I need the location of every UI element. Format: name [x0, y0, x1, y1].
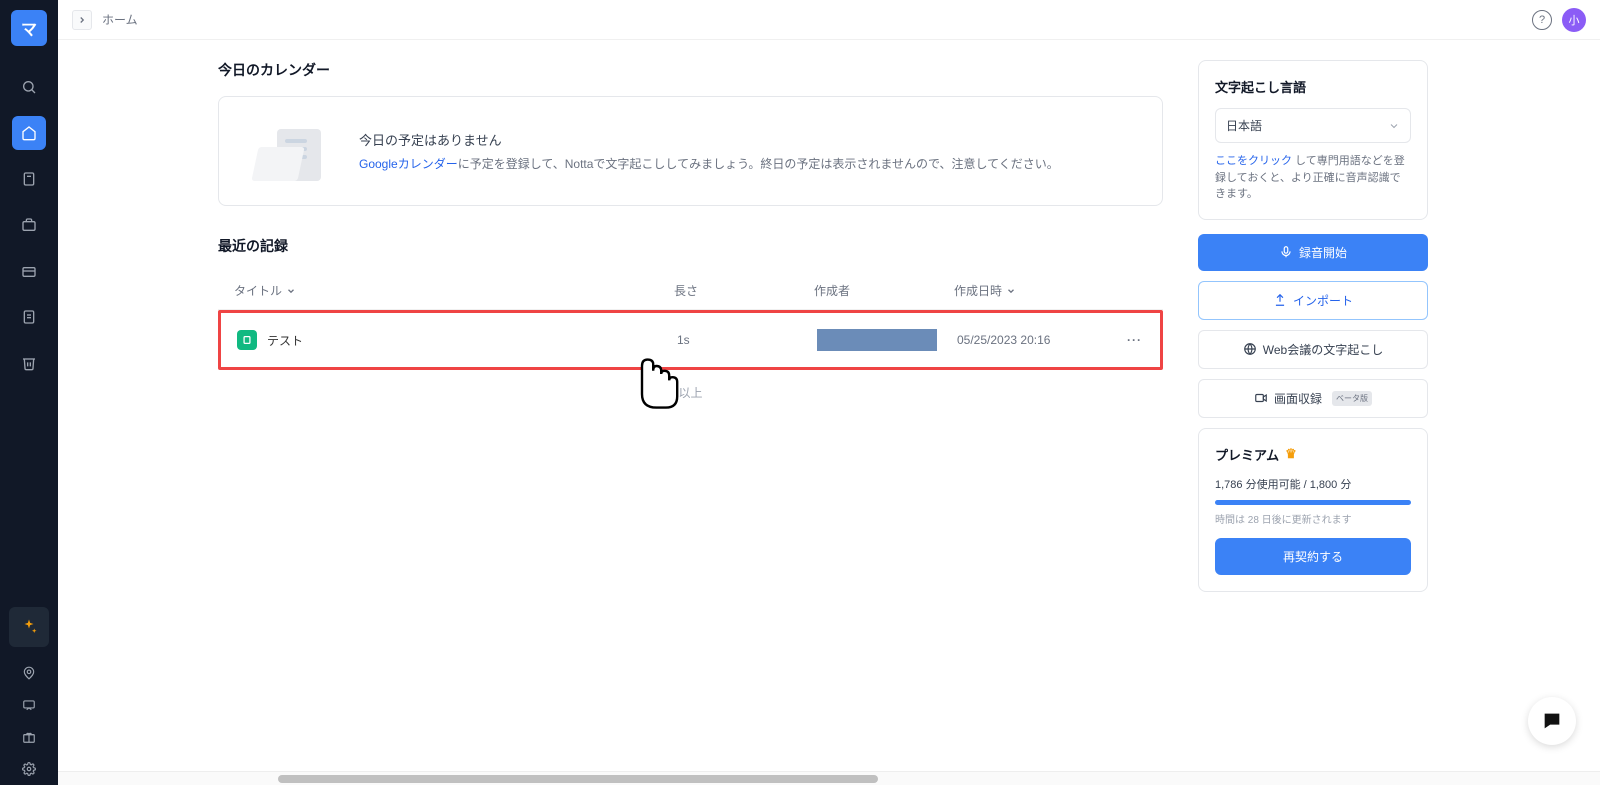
header-date-label: 作成日時	[954, 282, 1002, 299]
document-icon	[21, 309, 37, 325]
record-button[interactable]: 録音開始	[1198, 234, 1428, 271]
layers-icon	[21, 263, 37, 279]
records-section-title: 最近の記録	[218, 236, 1163, 256]
header-title[interactable]: タイトル	[234, 282, 674, 299]
scrollbar-thumb[interactable]	[278, 775, 878, 783]
help-button[interactable]: ?	[1532, 10, 1552, 30]
pin-icon	[22, 666, 36, 680]
header-author: 作成者	[814, 282, 954, 299]
header-length: 長さ	[674, 282, 814, 299]
sparkle-icon	[20, 618, 38, 636]
web-meeting-button[interactable]: Web会議の文字起こし	[1198, 330, 1428, 369]
chat-icon	[22, 698, 36, 712]
chevron-down-icon	[1006, 286, 1016, 296]
record-more-button[interactable]: ···	[1127, 333, 1167, 347]
record-button-label: 録音開始	[1299, 244, 1347, 261]
premium-progress	[1215, 500, 1411, 505]
speech-bubble-icon	[1541, 710, 1563, 732]
bookmark-icon	[21, 171, 37, 187]
screen-record-button-label: 画面収録	[1274, 390, 1322, 407]
sidebar-pin[interactable]	[12, 659, 46, 687]
premium-title: プレミアム ♛	[1215, 445, 1411, 464]
language-selected: 日本語	[1226, 117, 1262, 134]
language-panel-title: 文字起こし言語	[1215, 77, 1411, 96]
premium-usage: 1,786 分使用可能 / 1,800 分	[1215, 476, 1411, 492]
video-icon	[1254, 391, 1268, 405]
record-type-badge	[237, 330, 257, 350]
sidebar-ai-button[interactable]	[9, 607, 49, 647]
right-sidebar: 文字起こし言語 日本語 ここをクリック して専門用語などを登録しておくと、より正…	[1198, 60, 1428, 785]
import-button[interactable]: インポート	[1198, 281, 1428, 320]
record-length: 1s	[677, 333, 817, 347]
import-button-label: インポート	[1293, 292, 1353, 309]
settings-icon	[22, 762, 36, 776]
language-hint: ここをクリック して専門用語などを登録しておくと、より正確に音声認識できます。	[1215, 153, 1411, 203]
chevron-down-icon	[1388, 120, 1400, 132]
chevron-right-icon	[77, 15, 87, 25]
record-row[interactable]: テスト 1s 05/25/2023 20:16 ···	[218, 310, 1163, 370]
sidebar-bookmark[interactable]	[12, 162, 46, 196]
calendar-illustration	[249, 121, 329, 181]
globe-icon	[1243, 342, 1257, 356]
header-date[interactable]: 作成日時	[954, 282, 1124, 299]
collapse-sidebar-button[interactable]	[72, 10, 92, 30]
record-author	[817, 329, 957, 351]
renew-button[interactable]: 再契約する	[1215, 538, 1411, 575]
author-redacted	[817, 329, 937, 351]
records-end-text: 以上	[218, 370, 1163, 415]
trash-icon	[21, 355, 37, 371]
user-avatar[interactable]: 小	[1562, 8, 1586, 32]
sidebar-gift[interactable]	[12, 723, 46, 751]
language-select[interactable]: 日本語	[1215, 108, 1411, 143]
sidebar-trash[interactable]	[12, 346, 46, 380]
premium-panel: プレミアム ♛ 1,786 分使用可能 / 1,800 分 時間は 28 日後に…	[1198, 428, 1428, 592]
upload-icon	[1273, 293, 1287, 307]
screen-record-button[interactable]: 画面収録 ベータ版	[1198, 379, 1428, 418]
breadcrumb: ホーム	[102, 11, 138, 28]
premium-title-text: プレミアム	[1215, 445, 1279, 464]
sidebar-briefcase[interactable]	[12, 208, 46, 242]
language-hint-link[interactable]: ここをクリック	[1215, 155, 1292, 167]
language-panel: 文字起こし言語 日本語 ここをクリック して専門用語などを登録しておくと、より正…	[1198, 60, 1428, 220]
record-title: テスト	[267, 332, 303, 349]
search-icon	[21, 79, 37, 95]
calendar-no-event-text: 今日の予定はありません	[359, 130, 1059, 149]
sidebar-chat[interactable]	[12, 691, 46, 719]
horizontal-scrollbar[interactable]	[58, 771, 1600, 785]
note-icon	[242, 335, 252, 345]
crown-icon: ♛	[1285, 446, 1297, 462]
premium-refresh: 時間は 28 日後に更新されます	[1215, 511, 1411, 526]
records-table-header: タイトル 長さ 作成者 作成日時	[218, 272, 1163, 310]
google-calendar-link[interactable]: Googleカレンダー	[359, 157, 458, 171]
renew-button-label: 再契約する	[1283, 548, 1343, 565]
calendar-section-title: 今日のカレンダー	[218, 60, 1163, 80]
main-content: 今日のカレンダー 今日の予定はありません Googleカレンダーに予定を登録して…	[218, 60, 1163, 785]
topbar: ホーム ? 小	[58, 0, 1600, 40]
sidebar-layers[interactable]	[12, 254, 46, 288]
web-meeting-button-label: Web会議の文字起こし	[1263, 341, 1383, 358]
sidebar-search[interactable]	[12, 70, 46, 104]
calendar-desc-rest: に予定を登録して、Nottaで文字起こししてみましょう。終日の予定は表示されませ…	[458, 157, 1059, 171]
briefcase-icon	[21, 217, 37, 233]
calendar-empty-card: 今日の予定はありません Googleカレンダーに予定を登録して、Nottaで文字…	[218, 96, 1163, 206]
sidebar-home[interactable]	[12, 116, 46, 150]
app-logo[interactable]: マ	[11, 10, 47, 46]
chevron-down-icon	[286, 286, 296, 296]
sidebar: マ	[0, 0, 58, 785]
sidebar-settings[interactable]	[12, 755, 46, 783]
header-title-label: タイトル	[234, 282, 282, 299]
gift-icon	[22, 730, 36, 744]
chat-support-button[interactable]	[1528, 697, 1576, 745]
sidebar-document[interactable]	[12, 300, 46, 334]
record-date: 05/25/2023 20:16	[957, 333, 1127, 347]
calendar-desc: Googleカレンダーに予定を登録して、Nottaで文字起こししてみましょう。終…	[359, 155, 1059, 172]
beta-badge: ベータ版	[1332, 391, 1372, 406]
mic-icon	[1279, 245, 1293, 259]
home-icon	[21, 125, 37, 141]
